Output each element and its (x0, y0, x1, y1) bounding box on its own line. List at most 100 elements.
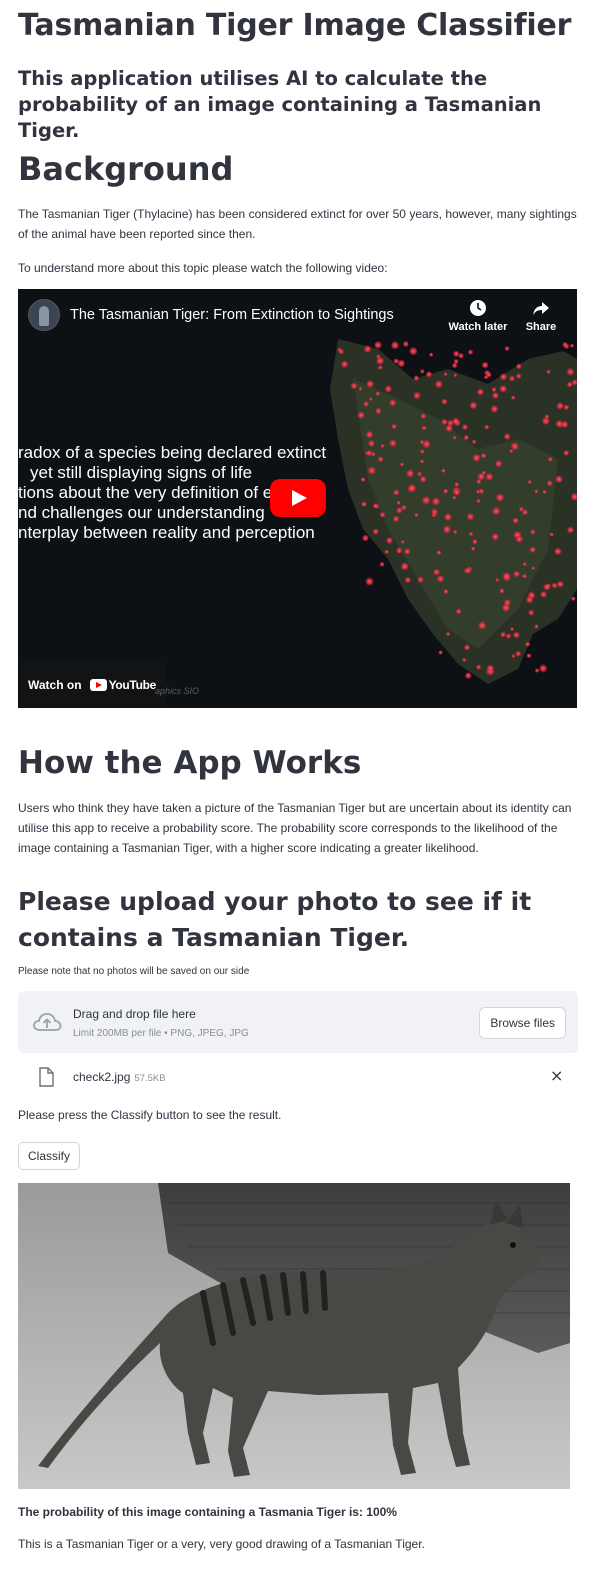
sighting-dot (522, 562, 527, 567)
sighting-dot (508, 375, 516, 382)
sighting-dot (468, 531, 474, 537)
watch-later-button[interactable]: Watch later (448, 299, 508, 333)
sighting-dot (481, 470, 486, 475)
sighting-dot (469, 401, 478, 410)
sighting-dot (396, 500, 401, 505)
share-arrow-icon (533, 302, 549, 315)
sighting-dot (373, 340, 383, 350)
sighting-dot (534, 668, 540, 673)
sighting-dot (419, 459, 425, 464)
sighting-dot (441, 418, 448, 426)
sighting-dot (491, 506, 501, 516)
sighting-dot (407, 483, 417, 493)
sighting-dot (379, 561, 385, 567)
sighting-dot (358, 386, 363, 391)
sighting-dot (490, 405, 499, 413)
sighting-dot (384, 549, 390, 555)
sighting-dot (405, 469, 415, 478)
sighting-dot (445, 424, 454, 433)
sighting-dot (476, 498, 481, 504)
file-dropzone[interactable]: Drag and drop file here Limit 200MB per … (18, 991, 578, 1053)
sighting-dot (475, 664, 482, 670)
classify-instruction: Please press the Classify button to see … (18, 1108, 282, 1122)
sighting-dot (526, 653, 532, 659)
sighting-dot (361, 501, 368, 508)
sighting-dot (554, 475, 564, 484)
sighting-dot (472, 453, 481, 463)
sighting-dot (452, 529, 458, 535)
classify-button[interactable]: Classify (18, 1142, 81, 1170)
watch-later-label: Watch later (448, 321, 508, 333)
sighting-dot (556, 580, 564, 588)
sighting-dot (431, 497, 441, 506)
sighting-dot (372, 528, 379, 535)
sighting-dot (553, 547, 562, 556)
sighting-dot (509, 449, 514, 454)
video-credit: aphics SIO (155, 686, 200, 696)
sighting-dot (515, 363, 522, 370)
sighting-dot (544, 414, 550, 419)
watch-on-youtube-button[interactable]: Watch on YouTube (18, 662, 166, 708)
sighting-dot (419, 439, 425, 445)
sighting-dot (481, 361, 489, 369)
file-name: check2.jpg (73, 1070, 131, 1084)
sighting-dot (419, 449, 425, 454)
dropzone-title: Drag and drop file here (73, 1007, 196, 1021)
sighting-dot (401, 504, 407, 511)
sighting-dot (419, 475, 427, 483)
sighting-dot (338, 349, 344, 355)
sighting-dot (463, 644, 471, 651)
watch-on-label: Watch on (28, 678, 82, 692)
cloud-upload-icon (33, 1013, 62, 1031)
youtube-video-embed[interactable]: The Tasmanian Tiger: From Extinction to … (18, 289, 577, 708)
sighting-dot (453, 489, 461, 496)
sighting-dot (538, 664, 548, 673)
sighting-dot (499, 373, 508, 381)
sighting-dot (404, 576, 412, 584)
sighting-dot (400, 540, 405, 544)
channel-avatar[interactable] (28, 299, 60, 331)
sighting-dot (365, 577, 374, 586)
sighting-dot (452, 350, 460, 358)
play-icon[interactable] (270, 479, 326, 517)
youtube-wordmark: YouTube (108, 678, 157, 692)
sighting-dot (363, 401, 370, 407)
sighting-dot (367, 466, 377, 475)
sighting-dot (547, 456, 553, 462)
sighting-dot (428, 352, 434, 357)
sighting-dot (556, 402, 564, 410)
share-button[interactable]: Share (511, 299, 571, 333)
remove-file-icon[interactable]: × (550, 1066, 563, 1085)
sighting-dot (365, 430, 374, 439)
sighting-dot (452, 495, 457, 500)
sighting-dot (500, 631, 507, 638)
video-title[interactable]: The Tasmanian Tiger: From Extinction to … (70, 307, 394, 323)
sighting-dot (511, 654, 516, 659)
browse-files-button[interactable]: Browse files (479, 1007, 566, 1039)
sighting-dot (480, 453, 487, 459)
sighting-dot (454, 481, 460, 488)
privacy-note: Please note that no photos will be saved… (18, 966, 250, 977)
sighting-dot (499, 384, 508, 393)
background-heading: Background (18, 150, 234, 188)
page-title: Tasmanian Tiger Image Classifier (18, 8, 572, 43)
sighting-dot (551, 582, 558, 589)
sighting-dot (518, 506, 524, 512)
sighting-dot (452, 417, 460, 425)
sighting-dot (380, 443, 385, 448)
sighting-dot (442, 525, 452, 534)
sighting-dot (375, 391, 381, 397)
sighting-dot (515, 535, 524, 544)
sighting-dot (419, 369, 425, 374)
sighting-dot (452, 435, 457, 440)
sighting-dot (357, 411, 366, 420)
overlay-line: radox of a species being declared extinc… (18, 443, 327, 462)
sighting-dot (525, 595, 534, 604)
sighting-dot (524, 641, 531, 647)
how-it-works-heading: How the App Works (18, 745, 362, 781)
youtube-logo: YouTube (89, 678, 157, 692)
uploaded-thylacine-photo (18, 1183, 570, 1489)
sighting-dot (391, 423, 397, 430)
sighting-dot (377, 456, 384, 463)
sighting-dot (413, 375, 420, 382)
